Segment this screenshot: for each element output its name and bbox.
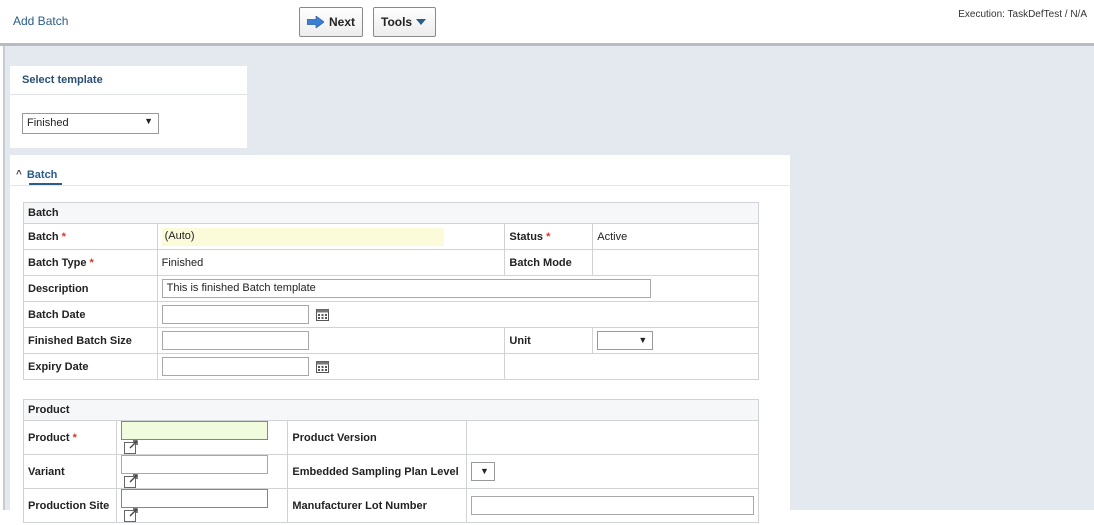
batch-type-label: Batch Type * [23, 249, 158, 276]
batch-mode-value [592, 249, 759, 276]
caret-down-icon [416, 15, 427, 29]
dropdown-caret-icon: ▼ [480, 466, 489, 476]
variant-cell [115, 454, 289, 489]
manufacturer-lot-input[interactable] [470, 496, 754, 515]
batch-date-cell [156, 301, 760, 328]
batch-section-label: Batch [26, 168, 58, 181]
expiry-date-label: Expiry Date [23, 353, 158, 380]
description-cell: This is finished Batch template [156, 275, 760, 302]
dropdown-caret-icon: ▼ [144, 116, 153, 126]
batch-date-label: Batch Date [23, 301, 158, 328]
dropdown-caret-icon: ▼ [638, 335, 648, 345]
unit-cell: ▼ [592, 327, 759, 354]
next-label: Next [329, 15, 356, 29]
batch-field-cell: (Auto) [156, 223, 506, 250]
page-title: Add Batch [13, 14, 69, 28]
finished-size-input[interactable] [161, 331, 309, 350]
expiry-date-input[interactable] [161, 357, 309, 376]
tools-label: Tools [381, 15, 413, 29]
batch-label: Batch * [23, 223, 158, 250]
template-panel: Select template Finished ▼ [10, 66, 247, 148]
main-panel: ^ Batch Batch Batch * (Auto) Status * Ac… [10, 155, 790, 523]
calendar-icon[interactable] [315, 360, 329, 373]
product-cell [115, 420, 289, 455]
batch-date-input[interactable] [161, 305, 309, 324]
finished-size-label: Finished Batch Size [23, 327, 158, 354]
status-value: Active [592, 223, 759, 250]
batch-heading: Batch [23, 202, 759, 224]
product-version-value [465, 420, 760, 455]
manufacturer-lot-label: Manufacturer Lot Number [287, 488, 467, 523]
batch-auto-field: (Auto) [161, 227, 444, 246]
variant-label: Variant [23, 454, 117, 489]
execution-info: Execution: TaskDefTest / N/A [958, 9, 1087, 20]
sampling-plan-label: Embedded Sampling Plan Level [287, 454, 467, 489]
product-heading: Product [23, 399, 759, 421]
external-link-icon[interactable] [123, 440, 138, 454]
finished-size-cell [156, 327, 506, 354]
section-divider [10, 185, 790, 186]
batch-mode-label: Batch Mode [504, 249, 594, 276]
batch-table: Batch Batch * (Auto) Status * Active Bat… [23, 202, 760, 380]
production-site-label: Production Site [23, 488, 117, 523]
batch-type-value: Finished [156, 249, 506, 276]
tools-button[interactable]: Tools [373, 7, 436, 37]
sampling-plan-select[interactable]: ▼ [470, 462, 495, 481]
status-label: Status * [504, 223, 594, 250]
product-label: Product * [23, 420, 117, 455]
production-site-input[interactable] [120, 489, 268, 508]
description-input[interactable]: This is finished Batch template [161, 279, 651, 298]
variant-input[interactable] [120, 455, 268, 474]
calendar-icon[interactable] [315, 308, 329, 321]
sampling-plan-cell: ▼ [465, 454, 760, 489]
expiry-date-cell [156, 353, 506, 380]
product-input[interactable] [120, 421, 268, 440]
product-version-label: Product Version [287, 420, 467, 455]
top-bar: Add Batch Next Tools Execution: TaskDefT… [0, 0, 1094, 44]
production-site-cell [115, 488, 289, 523]
template-select[interactable]: Finished ▼ [22, 113, 159, 134]
description-label: Description [23, 275, 158, 302]
chevron-up-icon: ^ [16, 169, 22, 180]
template-select-value: Finished [27, 117, 69, 129]
arrow-right-icon [306, 15, 325, 29]
template-heading: Select template [10, 66, 247, 95]
unit-label: Unit [504, 327, 594, 354]
manufacturer-lot-cell [465, 488, 760, 523]
unit-select[interactable]: ▼ [597, 331, 654, 350]
expiry-empty-cell [504, 353, 759, 380]
next-button[interactable]: Next [299, 7, 363, 37]
external-link-icon[interactable] [123, 508, 138, 522]
external-link-icon[interactable] [123, 474, 138, 488]
product-table: Product Product * Product Version Varian… [23, 399, 760, 523]
